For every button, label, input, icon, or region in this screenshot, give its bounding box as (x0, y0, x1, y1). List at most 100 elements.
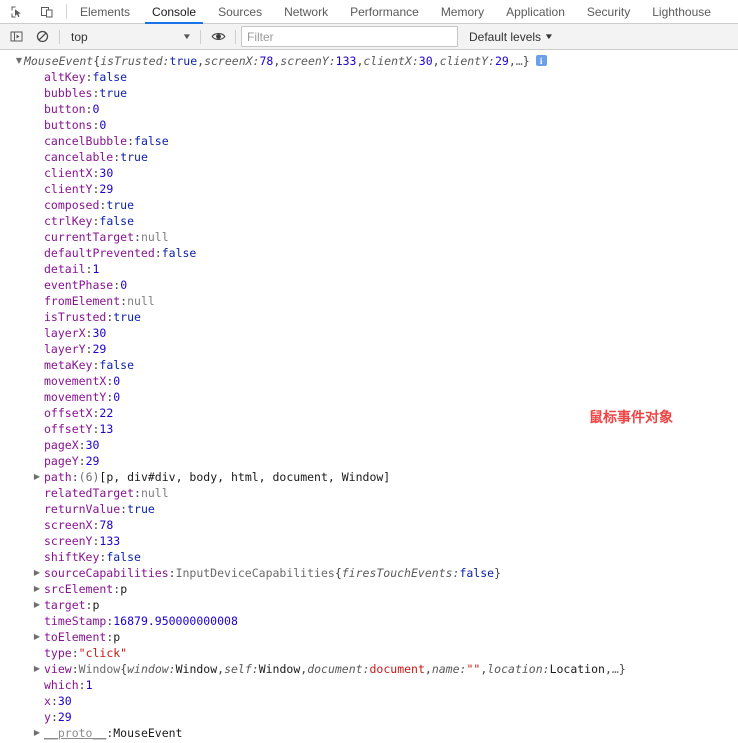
tab-network[interactable]: Network (273, 0, 339, 23)
live-expression-eye-icon[interactable] (206, 26, 230, 47)
property-colon: : (71, 646, 79, 660)
property-key: pageX (44, 438, 79, 452)
tab-memory[interactable]: Memory (430, 0, 495, 23)
property-key: defaultPrevented (44, 246, 155, 260)
property-key: type (44, 646, 72, 660)
toolbar-divider-2 (200, 29, 201, 44)
property-colon: : (113, 582, 121, 596)
property-value: true (99, 86, 128, 100)
property-value: p (92, 598, 100, 612)
console-property-row: timeStamp: 16879.950000000008 (0, 613, 738, 629)
tab-security[interactable]: Security (576, 0, 641, 23)
property-value: [p, div#div, body, html, document, Windo… (99, 470, 391, 484)
property-key: target (44, 598, 86, 612)
property-colon: : (92, 214, 100, 228)
property-key: screenY (44, 534, 93, 548)
property-value: 13 (99, 422, 114, 436)
preview-comma: , (356, 54, 364, 68)
tab-console[interactable]: Console (141, 0, 207, 24)
console-property-row: eventPhase: 0 (0, 277, 738, 293)
tabbar-divider (66, 4, 67, 19)
property-colon: : (92, 166, 100, 180)
tab-elements[interactable]: Elements (69, 0, 141, 23)
console-property-row[interactable]: ▶ toElement: p (0, 629, 738, 645)
preview-key: name: (431, 662, 467, 676)
property-value: p (120, 582, 128, 596)
property-value: false (92, 70, 128, 84)
property-colon: : (92, 182, 100, 196)
tab-elements-label: Elements (80, 4, 131, 19)
property-colon: : (78, 454, 86, 468)
property-colon: : (92, 534, 100, 548)
property-key: movementX (44, 374, 107, 388)
property-key: relatedTarget (44, 486, 135, 500)
property-key: movementY (44, 390, 107, 404)
property-key: returnValue (44, 502, 121, 516)
tab-lighthouse[interactable]: Lighthouse (641, 0, 722, 23)
disclosure-triangle-icon[interactable]: ▶ (32, 581, 42, 597)
property-value: 29 (92, 342, 107, 356)
property-key: clientY (44, 182, 93, 196)
tab-sources[interactable]: Sources (207, 0, 273, 23)
console-property-row[interactable]: ▶ path: (6) [p, div#div, body, html, docu… (0, 469, 738, 485)
property-key: pageY (44, 454, 79, 468)
property-value: 0 (99, 118, 107, 132)
object-class-name: Window (78, 662, 121, 676)
property-colon: : (50, 694, 58, 708)
console-property-row: pageX: 30 (0, 437, 738, 453)
console-sidebar-toggle-icon[interactable] (4, 26, 28, 47)
console-property-row[interactable]: ▶ sourceCapabilities: InputDeviceCapabili… (0, 565, 738, 581)
property-colon: : (85, 326, 93, 340)
execution-context-selector[interactable]: top ▼ (65, 27, 195, 46)
disclosure-triangle-icon[interactable]: ▶ (32, 725, 42, 741)
property-colon: : (92, 86, 100, 100)
property-colon: : (92, 358, 100, 372)
inspect-element-icon[interactable] (4, 1, 30, 23)
preview-key: document: (307, 662, 370, 676)
property-colon: : (99, 550, 107, 564)
device-toolbar-icon[interactable] (34, 1, 60, 23)
disclosure-triangle-icon[interactable]: ▶ (32, 565, 42, 581)
property-key: currentTarget (44, 230, 135, 244)
property-key: layerY (44, 342, 86, 356)
property-colon: : (106, 630, 114, 644)
console-filter-input[interactable] (241, 26, 458, 47)
tab-performance[interactable]: Performance (339, 0, 430, 23)
property-colon: : (92, 406, 100, 420)
property-colon: : (50, 710, 58, 724)
disclosure-triangle-icon[interactable]: ▶ (32, 469, 42, 485)
preview-key: firesTouchEvents: (341, 566, 460, 580)
property-colon: : (78, 678, 86, 692)
property-colon: : (127, 134, 135, 148)
array-length: (6) (78, 470, 100, 484)
console-property-row[interactable]: ▶ view: Window {window: Window, self: Win… (0, 661, 738, 677)
property-colon: : (168, 566, 176, 580)
property-value: MouseEvent (113, 726, 183, 740)
disclosure-triangle-icon[interactable]: ▶ (32, 629, 42, 645)
property-colon: : (120, 294, 128, 308)
console-property-row[interactable]: ▶ target: p (0, 597, 738, 613)
tab-application[interactable]: Application (495, 0, 576, 23)
log-levels-dropdown[interactable]: Default levels ▼ (469, 30, 554, 44)
console-object-header[interactable]: ▼ MouseEvent {isTrusted: true, screenX: 7… (0, 53, 738, 69)
disclosure-triangle-icon[interactable]: ▶ (32, 597, 42, 613)
tab-network-label: Network (284, 4, 329, 19)
property-value: false (134, 134, 169, 148)
devtools-panel-tabs: Elements Console Sources Network Perform… (69, 0, 722, 24)
disclosure-triangle-icon[interactable]: ▶ (32, 661, 42, 677)
disclosure-triangle-icon[interactable]: ▼ (14, 53, 24, 69)
property-value: null (127, 294, 155, 308)
property-value: 29 (99, 182, 114, 196)
preview-open-brace: { (93, 54, 101, 68)
preview-open-brace: { (120, 662, 128, 676)
property-key: y (44, 710, 51, 724)
console-property-row: shiftKey: false (0, 549, 738, 565)
property-key: sourceCapabilities (44, 566, 169, 580)
console-property-row[interactable]: ▶ __proto__: MouseEvent (0, 725, 738, 741)
console-property-row: button: 0 (0, 101, 738, 117)
clear-console-icon[interactable] (30, 26, 54, 47)
devtools-tabbar: Elements Console Sources Network Perform… (0, 0, 738, 24)
object-constructor-name: MouseEvent (24, 54, 94, 68)
console-property-row[interactable]: ▶ srcElement: p (0, 581, 738, 597)
preview-value: false (459, 566, 495, 580)
